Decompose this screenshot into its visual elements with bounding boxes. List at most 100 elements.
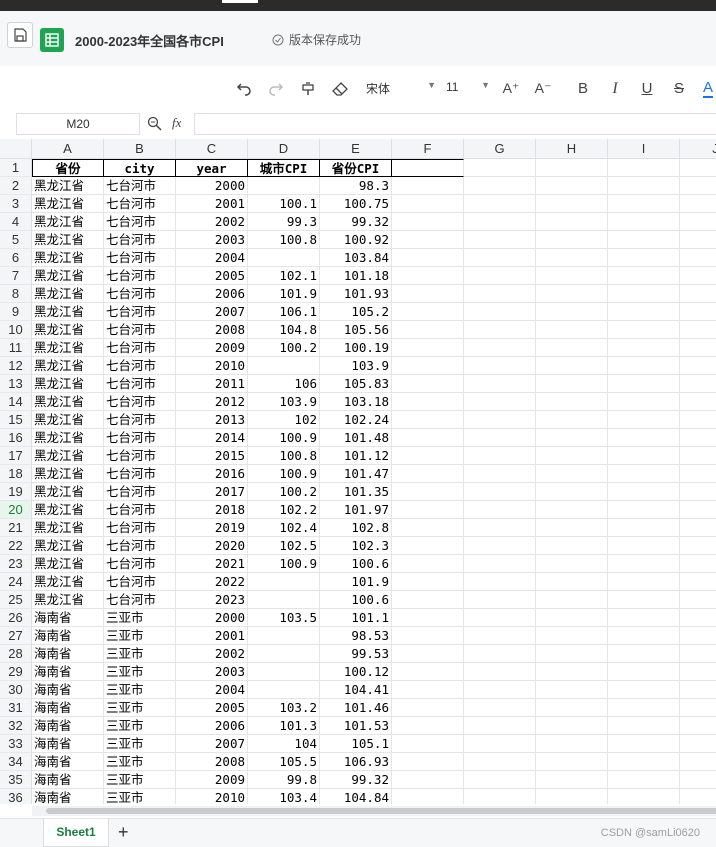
cell[interactable]: [608, 663, 680, 681]
cell[interactable]: 2008: [176, 321, 248, 339]
cell[interactable]: [464, 537, 536, 555]
row-header[interactable]: 27: [0, 627, 32, 645]
row-header[interactable]: 32: [0, 717, 32, 735]
row-header[interactable]: 12: [0, 357, 32, 375]
cell[interactable]: 2007: [176, 303, 248, 321]
cell[interactable]: [680, 645, 716, 663]
cell[interactable]: [608, 321, 680, 339]
cell[interactable]: 100.92: [320, 231, 392, 249]
cell[interactable]: 海南省: [32, 663, 104, 681]
cell[interactable]: [392, 177, 464, 195]
cell[interactable]: 黑龙江省: [32, 177, 104, 195]
cell[interactable]: 七台河市: [104, 465, 176, 483]
cell[interactable]: 七台河市: [104, 393, 176, 411]
cell[interactable]: 102: [248, 411, 320, 429]
cell[interactable]: [680, 537, 716, 555]
cell[interactable]: 黑龙江省: [32, 537, 104, 555]
cell[interactable]: 2005: [176, 699, 248, 717]
cell[interactable]: 102.4: [248, 519, 320, 537]
cell[interactable]: [392, 321, 464, 339]
cell[interactable]: [392, 663, 464, 681]
cell[interactable]: 七台河市: [104, 213, 176, 231]
cell[interactable]: 2009: [176, 771, 248, 789]
save-button[interactable]: [7, 22, 33, 48]
cell[interactable]: [248, 591, 320, 609]
cell[interactable]: [464, 645, 536, 663]
row-header[interactable]: 8: [0, 285, 32, 303]
cell[interactable]: 黑龙江省: [32, 321, 104, 339]
cell[interactable]: 2006: [176, 717, 248, 735]
cell[interactable]: 100.19: [320, 339, 392, 357]
sheet-tab[interactable]: Sheet1: [43, 819, 109, 847]
cell[interactable]: 2001: [176, 195, 248, 213]
cell[interactable]: [680, 789, 716, 804]
cell[interactable]: 101.93: [320, 285, 392, 303]
cell[interactable]: 101.3: [248, 717, 320, 735]
cell[interactable]: [392, 501, 464, 519]
cell[interactable]: [392, 429, 464, 447]
cell[interactable]: [608, 195, 680, 213]
cell[interactable]: [608, 465, 680, 483]
cell[interactable]: [680, 681, 716, 699]
cell[interactable]: 七台河市: [104, 483, 176, 501]
cell[interactable]: [392, 735, 464, 753]
cell[interactable]: 2006: [176, 285, 248, 303]
cell[interactable]: [608, 303, 680, 321]
cell[interactable]: [608, 573, 680, 591]
cell[interactable]: 七台河市: [104, 249, 176, 267]
cell[interactable]: 2003: [176, 663, 248, 681]
cell[interactable]: 102.2: [248, 501, 320, 519]
cell[interactable]: 海南省: [32, 681, 104, 699]
cell[interactable]: [680, 195, 716, 213]
cell[interactable]: 七台河市: [104, 177, 176, 195]
cell[interactable]: [608, 231, 680, 249]
row-header[interactable]: 1: [0, 159, 32, 177]
row-header[interactable]: 7: [0, 267, 32, 285]
clear-format-button[interactable]: [329, 66, 351, 111]
row-header[interactable]: 28: [0, 645, 32, 663]
cell[interactable]: [608, 285, 680, 303]
cell[interactable]: [608, 213, 680, 231]
cell[interactable]: [464, 591, 536, 609]
fx-icon[interactable]: fx: [172, 115, 181, 131]
cell[interactable]: [464, 663, 536, 681]
decrease-font-button[interactable]: A⁻: [532, 66, 554, 111]
cell[interactable]: [464, 285, 536, 303]
cell[interactable]: 2015: [176, 447, 248, 465]
cell[interactable]: 2014: [176, 429, 248, 447]
cell[interactable]: 2002: [176, 213, 248, 231]
cell[interactable]: [536, 627, 608, 645]
cell[interactable]: 98.53: [320, 627, 392, 645]
cell[interactable]: [464, 429, 536, 447]
cell[interactable]: [608, 429, 680, 447]
cell[interactable]: 海南省: [32, 645, 104, 663]
cell[interactable]: 黑龙江省: [32, 357, 104, 375]
cell[interactable]: [392, 699, 464, 717]
cell[interactable]: 黑龙江省: [32, 429, 104, 447]
cell[interactable]: [680, 483, 716, 501]
cell[interactable]: 黑龙江省: [32, 303, 104, 321]
column-header[interactable]: H: [536, 139, 608, 159]
cell[interactable]: [608, 627, 680, 645]
cell[interactable]: [464, 609, 536, 627]
column-header[interactable]: I: [608, 139, 680, 159]
cell[interactable]: 七台河市: [104, 501, 176, 519]
cell[interactable]: [392, 483, 464, 501]
cell[interactable]: 101.18: [320, 267, 392, 285]
cell[interactable]: 99.32: [320, 771, 392, 789]
row-header[interactable]: 25: [0, 591, 32, 609]
row-header[interactable]: 20: [0, 501, 32, 519]
cell[interactable]: 2017: [176, 483, 248, 501]
cell[interactable]: [608, 447, 680, 465]
cell-reference-box[interactable]: M20: [16, 113, 140, 135]
cell[interactable]: [680, 555, 716, 573]
cell[interactable]: 2000: [176, 177, 248, 195]
cell[interactable]: 三亚市: [104, 753, 176, 771]
cell[interactable]: [680, 735, 716, 753]
cell[interactable]: 七台河市: [104, 375, 176, 393]
font-color-button[interactable]: A: [700, 66, 716, 111]
cell[interactable]: 101.9: [248, 285, 320, 303]
scrollbar-thumb[interactable]: [46, 808, 716, 814]
row-header[interactable]: 21: [0, 519, 32, 537]
cell[interactable]: 黑龙江省: [32, 267, 104, 285]
